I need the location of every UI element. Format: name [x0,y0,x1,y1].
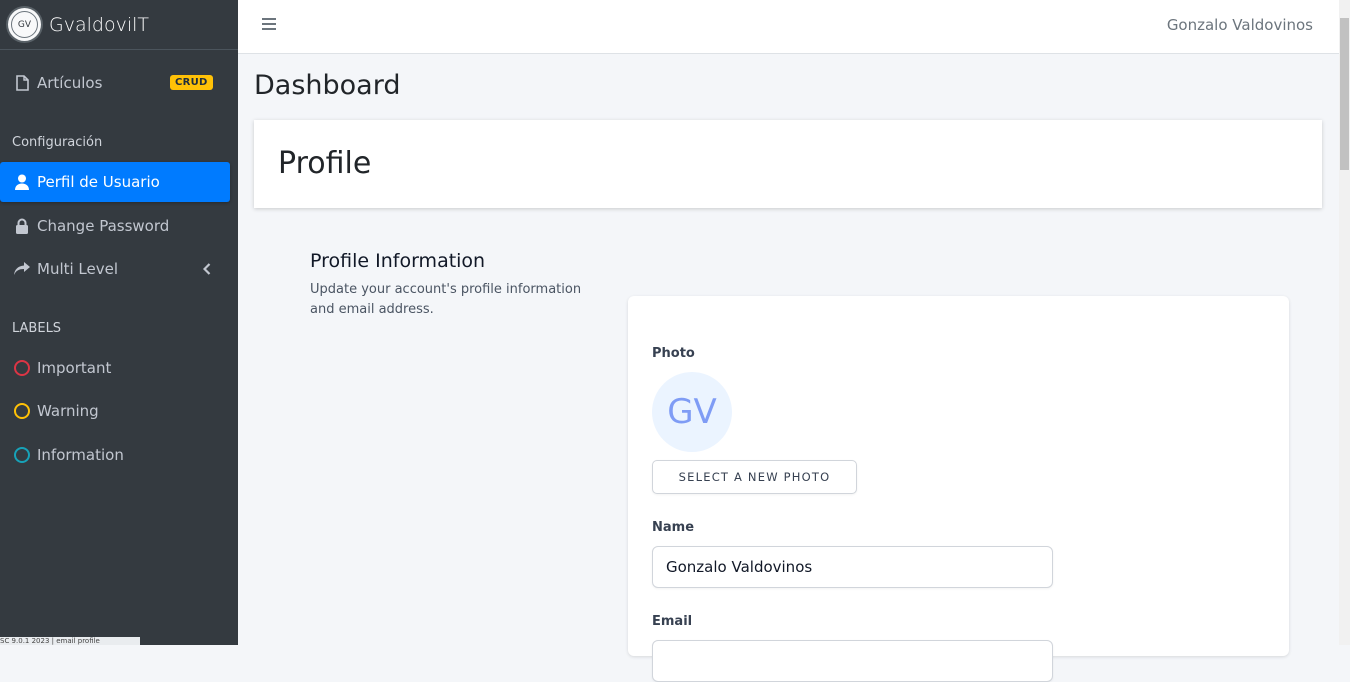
brand-name: GvaldovilT [49,13,149,36]
sidebar-item-multi-level[interactable]: Multi Level [0,249,238,289]
sidebar-item-information[interactable]: Information [0,435,238,475]
config-header: Configuración [12,135,103,150]
crud-badge: CRUD [170,75,213,90]
sidebar-item-label: Perfil de Usuario [37,173,160,191]
sidebar-item-articulos[interactable]: Artículos CRUD [0,63,238,103]
circle-icon [14,360,30,376]
sidebar-item-warning[interactable]: Warning [0,391,238,431]
brand-logo-text: GV [11,11,38,38]
brand-link[interactable]: GV GvaldovilT [0,0,238,50]
email-input[interactable] [652,640,1053,682]
hamburger-menu-icon[interactable] [262,18,276,30]
avatar: GV [652,372,732,452]
circle-icon [14,403,30,419]
email-label: Email [652,614,693,629]
section-description: Update your account's profile informatio… [310,282,582,317]
user-icon [14,174,30,190]
profile-header-card: Profile [254,120,1322,208]
select-photo-button[interactable]: SELECT A NEW PHOTO [652,460,857,494]
page-scrollbar[interactable] [1339,0,1350,645]
name-label: Name [652,520,695,535]
name-input[interactable] [652,546,1053,588]
sidebar-item-label: Multi Level [37,260,119,278]
section-title: Profile Information [310,250,486,272]
sidebar-item-perfil[interactable]: Perfil de Usuario [0,162,230,202]
sidebar-item-important[interactable]: Important [0,348,238,388]
sidebar-item-label: Important [37,359,112,377]
labels-header: LABELS [12,321,62,336]
sidebar-item-label: Information [37,446,124,464]
sidebar: GV GvaldovilT Artículos CRUD Configuraci… [0,0,238,645]
photo-label: Photo [652,346,695,361]
page-title: Dashboard [254,70,401,101]
top-navbar: Gonzalo Valdovinos [238,0,1339,54]
card-title: Profile [278,146,372,181]
footer-text: SC 9.0.1 2023 | email profile [0,637,140,645]
sidebar-item-change-password[interactable]: Change Password [0,206,238,246]
file-icon [14,75,30,91]
user-menu[interactable]: Gonzalo Valdovinos [1167,16,1313,34]
scrollbar-thumb[interactable] [1340,18,1349,170]
circle-icon [14,447,30,463]
brand-logo: GV [8,8,41,41]
sidebar-item-label: Warning [37,402,99,420]
chevron-left-icon [202,261,211,279]
lock-icon [14,218,30,234]
sidebar-item-label: Artículos [37,74,103,92]
share-icon [14,261,30,277]
profile-form-card: Photo GV SELECT A NEW PHOTO Name Email [628,296,1289,682]
sidebar-item-label: Change Password [37,217,170,235]
